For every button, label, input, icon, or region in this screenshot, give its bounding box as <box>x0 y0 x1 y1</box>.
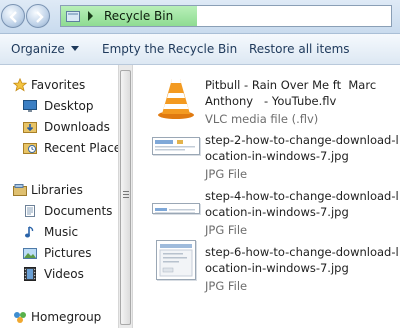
file-name: step-2-how-to-change-download-l ocation-… <box>205 133 399 163</box>
nav-downloads-label: Downloads <box>44 120 110 134</box>
title-bar: Recycle Bin <box>0 0 400 34</box>
file-name: Pitbull - Rain Over Me ft Marc Anthony -… <box>205 78 377 108</box>
file-item[interactable]: step-4-how-to-change-download-l ocation-… <box>134 183 400 239</box>
grip-line <box>123 197 129 198</box>
file-type: JPG File <box>205 167 248 181</box>
forward-button[interactable] <box>26 4 50 28</box>
documents-icon <box>25 205 35 217</box>
nav-recent-places-label: Recent Places <box>44 141 118 155</box>
vlc-icon <box>158 79 194 119</box>
nav-documents-label: Documents <box>44 204 113 218</box>
image-preview-icon <box>155 140 195 151</box>
nav-favorites-label: Favorites <box>31 78 86 92</box>
file-type: JPG File <box>205 223 248 237</box>
organize-button[interactable]: Organize <box>11 42 79 56</box>
arrow-right-icon <box>36 11 44 23</box>
nav-music-label: Music <box>44 225 79 239</box>
file-name: step-4-how-to-change-download-l ocation-… <box>205 189 399 219</box>
pictures-icon <box>23 248 37 259</box>
file-item[interactable]: Pitbull - Rain Over Me ft Marc Anthony -… <box>134 71 400 127</box>
nav-downloads[interactable]: Downloads <box>0 117 118 137</box>
empty-recycle-bin-button[interactable]: Empty the Recycle Bin <box>102 42 237 56</box>
jpg-thumbnail <box>152 203 200 214</box>
file-type: JPG File <box>205 279 248 293</box>
address-bar[interactable]: Recycle Bin <box>60 5 392 27</box>
nav-videos-label: Videos <box>44 267 84 281</box>
restore-all-items-button[interactable]: Restore all items <box>249 42 350 56</box>
organize-label: Organize <box>11 42 65 56</box>
star-icon <box>13 78 27 92</box>
file-item[interactable]: step-6-how-to-change-download-l ocation-… <box>134 239 400 295</box>
nav-libraries-label: Libraries <box>31 183 83 197</box>
file-type: VLC media file (.flv) <box>205 112 319 126</box>
image-preview-icon <box>159 244 193 277</box>
film-strip-icon <box>24 267 36 281</box>
nav-music[interactable]: Music <box>0 222 118 242</box>
recycle-bin-small-icon <box>66 11 80 22</box>
jpg-thumbnail <box>156 240 196 280</box>
downloads-folder-icon <box>23 122 37 133</box>
libraries-icon <box>13 184 27 196</box>
nav-pictures[interactable]: Pictures <box>0 243 118 263</box>
recent-places-icon <box>23 143 37 154</box>
breadcrumb-recycle-bin[interactable]: Recycle Bin <box>104 9 173 23</box>
file-list: Pitbull - Rain Over Me ft Marc Anthony -… <box>134 65 400 328</box>
command-bar: Organize Empty the Recycle Bin Restore a… <box>0 34 400 65</box>
nav-pictures-label: Pictures <box>44 246 92 260</box>
desktop-icon <box>23 100 37 112</box>
nav-documents[interactable]: Documents <box>0 201 118 221</box>
nav-homegroup-label: Homegroup <box>31 310 102 324</box>
music-note-icon <box>25 226 34 238</box>
nav-recent-places[interactable]: Recent Places <box>0 138 118 158</box>
breadcrumb-arrow-icon[interactable] <box>88 11 93 21</box>
navigation-pane: Favorites Desktop Downloads Recent Place… <box>0 65 118 328</box>
chevron-down-icon <box>70 46 79 51</box>
nav-desktop[interactable]: Desktop <box>0 96 118 116</box>
nav-scrollbar[interactable] <box>118 65 133 328</box>
nav-desktop-label: Desktop <box>44 99 94 113</box>
back-button[interactable] <box>1 4 25 28</box>
nav-homegroup[interactable]: Homegroup <box>0 307 118 327</box>
image-preview-icon <box>155 208 195 213</box>
grip-line <box>123 194 129 195</box>
nav-favorites[interactable]: Favorites <box>0 75 118 95</box>
arrow-left-icon <box>9 11 17 23</box>
grip-line <box>123 191 129 192</box>
nav-videos[interactable]: Videos <box>0 264 118 284</box>
jpg-thumbnail <box>152 137 200 155</box>
homegroup-icon <box>14 312 26 323</box>
file-item[interactable]: step-2-how-to-change-download-l ocation-… <box>134 127 400 183</box>
scrollbar-thumb[interactable] <box>120 70 131 325</box>
file-name: step-6-how-to-change-download-l ocation-… <box>205 245 399 275</box>
nav-libraries[interactable]: Libraries <box>0 180 118 200</box>
